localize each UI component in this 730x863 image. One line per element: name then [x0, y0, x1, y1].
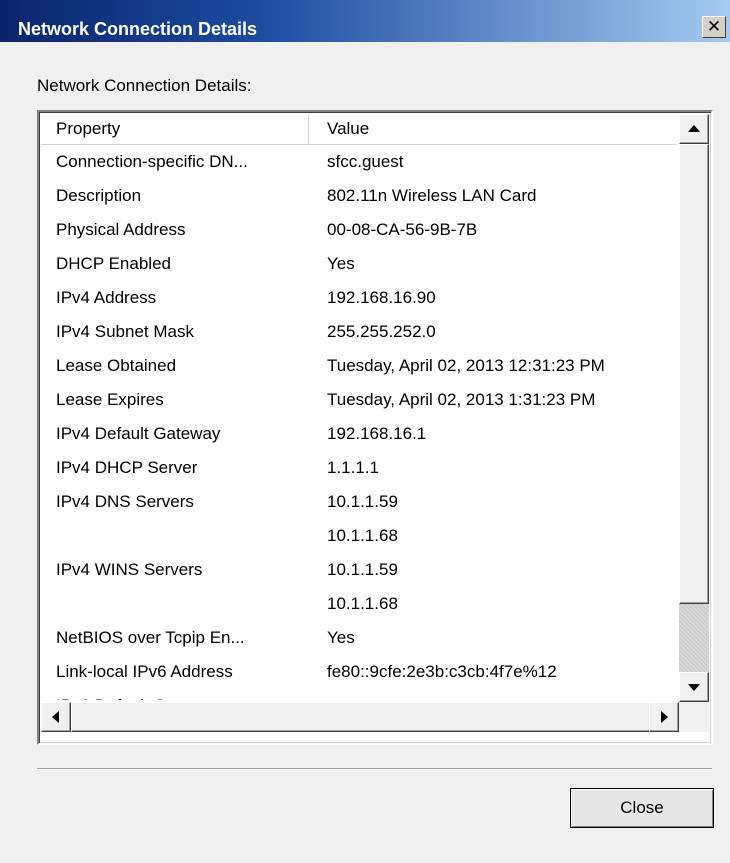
- property-cell: Lease Expires: [56, 390, 164, 409]
- scroll-right-button[interactable]: [649, 702, 679, 732]
- table-row[interactable]: NetBIOS over Tcpip En... Yes: [41, 621, 677, 655]
- value-cell: 00-08-CA-56-9B-7B: [327, 220, 478, 239]
- table-row[interactable]: DHCP Enabled Yes: [41, 247, 677, 281]
- value-cell: [327, 689, 677, 700]
- arrow-left-icon: [52, 711, 59, 723]
- close-button[interactable]: Close: [570, 788, 714, 828]
- table-row[interactable]: 10.1.1.68: [41, 519, 677, 553]
- value-cell: 192.168.16.1: [327, 424, 427, 443]
- arrow-up-icon: [688, 125, 700, 132]
- table-row[interactable]: Connection-specific DN... sfcc.guest: [41, 145, 677, 179]
- table-row[interactable]: IPv6 Default Gateway: [41, 689, 677, 700]
- vertical-scroll-track[interactable]: [679, 604, 709, 672]
- table-row[interactable]: IPv4 WINS Servers 10.1.1.59: [41, 553, 677, 587]
- vertical-scrollbar[interactable]: [679, 114, 709, 702]
- property-cell: DHCP Enabled: [56, 254, 171, 273]
- property-cell: IPv4 DNS Servers: [56, 492, 194, 511]
- table-row[interactable]: Link-local IPv6 Address fe80::9cfe:2e3b:c…: [41, 655, 677, 689]
- column-header-value[interactable]: Value: [309, 114, 677, 144]
- horizontal-scrollbar[interactable]: [41, 702, 679, 732]
- property-cell: [56, 587, 308, 621]
- property-cell: IPv4 Address: [56, 288, 157, 307]
- property-cell: Connection-specific DN...: [56, 152, 248, 171]
- list-rows: Connection-specific DN... sfcc.guest Descr…: [41, 145, 677, 700]
- table-row[interactable]: Lease Expires Tuesday, April 02, 2013 1:3…: [41, 383, 677, 417]
- table-row[interactable]: Physical Address 00-08-CA-56-9B-7B: [41, 213, 677, 247]
- table-row[interactable]: IPv4 DHCP Server 1.1.1.1: [41, 451, 677, 485]
- column-header-property[interactable]: Property: [41, 114, 309, 144]
- table-row[interactable]: Description 802.11n Wireless LAN Card: [41, 179, 677, 213]
- vertical-scroll-thumb[interactable]: [679, 144, 709, 604]
- value-cell: 10.1.1.68: [327, 594, 398, 613]
- property-cell: [56, 519, 308, 553]
- value-cell: 802.11n Wireless LAN Card: [327, 186, 537, 205]
- property-cell: Physical Address: [56, 220, 186, 239]
- details-label: Network Connection Details:: [37, 76, 252, 95]
- list-header: Property Value: [41, 114, 677, 145]
- value-cell: 10.1.1.59: [327, 492, 398, 511]
- scroll-up-button[interactable]: [679, 114, 709, 144]
- table-row[interactable]: IPv4 Default Gateway 192.168.16.1: [41, 417, 677, 451]
- window-title: Network Connection Details: [18, 19, 258, 39]
- value-cell: 1.1.1.1: [327, 458, 379, 477]
- value-cell: Tuesday, April 02, 2013 12:31:23 PM: [327, 356, 605, 375]
- scroll-down-button[interactable]: [679, 672, 709, 702]
- property-cell: IPv4 Default Gateway: [56, 424, 221, 443]
- details-listview[interactable]: Property Value Connection-specific DN...…: [37, 110, 713, 745]
- arrow-down-icon: [688, 684, 700, 691]
- property-cell: IPv4 Subnet Mask: [56, 322, 194, 341]
- horizontal-scroll-thumb[interactable]: [71, 702, 651, 732]
- value-cell: Tuesday, April 02, 2013 1:31:23 PM: [327, 390, 596, 409]
- property-cell: IPv4 WINS Servers: [56, 560, 203, 579]
- value-cell: 192.168.16.90: [327, 288, 436, 307]
- value-cell: Yes: [327, 254, 355, 273]
- property-cell: Description: [56, 186, 142, 205]
- value-cell: 10.1.1.59: [327, 560, 398, 579]
- property-cell: IPv4 DHCP Server: [56, 458, 198, 477]
- value-cell: 255.255.252.0: [327, 322, 436, 341]
- close-icon[interactable]: ✕: [702, 16, 726, 38]
- property-cell: NetBIOS over Tcpip En...: [56, 628, 245, 647]
- value-cell: Yes: [327, 628, 355, 647]
- property-cell: IPv6 Default Gateway: [56, 689, 308, 700]
- property-cell: Lease Obtained: [56, 356, 177, 375]
- table-row[interactable]: Lease Obtained Tuesday, April 02, 2013 12…: [41, 349, 677, 383]
- title-bar[interactable]: Network Connection Details ✕: [0, 0, 730, 42]
- table-row[interactable]: 10.1.1.68: [41, 587, 677, 621]
- value-cell: fe80::9cfe:2e3b:c3cb:4f7e%12: [327, 662, 557, 681]
- table-row[interactable]: IPv4 Address 192.168.16.90: [41, 281, 677, 315]
- scroll-left-button[interactable]: [41, 702, 71, 732]
- separator: [37, 768, 712, 770]
- scrollbar-corner: [679, 702, 709, 732]
- value-cell: 10.1.1.68: [327, 526, 398, 545]
- table-row[interactable]: IPv4 Subnet Mask 255.255.252.0: [41, 315, 677, 349]
- table-row[interactable]: IPv4 DNS Servers 10.1.1.59: [41, 485, 677, 519]
- arrow-right-icon: [661, 711, 668, 723]
- value-cell: sfcc.guest: [327, 152, 404, 171]
- property-cell: Link-local IPv6 Address: [56, 662, 233, 681]
